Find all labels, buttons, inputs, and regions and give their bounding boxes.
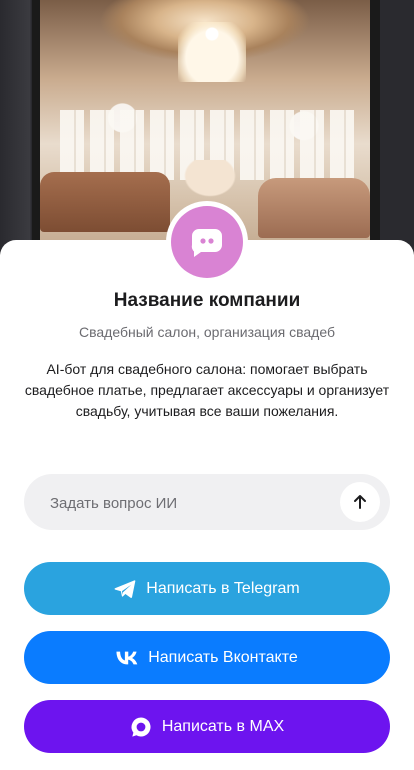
company-description: AI-бот для свадебного салона: помогает в… bbox=[24, 361, 390, 419]
sofa-left bbox=[40, 172, 170, 232]
chandelier bbox=[178, 22, 246, 82]
company-name: Название компании bbox=[113, 290, 301, 311]
send-button[interactable] bbox=[340, 482, 380, 522]
telegram-icon bbox=[114, 578, 136, 600]
max-icon bbox=[130, 716, 152, 738]
flower-table bbox=[180, 160, 240, 200]
vk-button[interactable]: Написать Вконтакте bbox=[24, 631, 390, 684]
telegram-button[interactable]: Написать в Telegram bbox=[24, 562, 390, 615]
vk-button-label: Написать Вконтакте bbox=[148, 648, 298, 666]
company-category: Свадебный салон, организация свадеб bbox=[78, 324, 335, 340]
avatar bbox=[171, 206, 243, 278]
ask-ai-input[interactable] bbox=[48, 474, 352, 532]
chat-bubble-icon bbox=[191, 229, 222, 257]
telegram-button-label: Написать в Telegram bbox=[146, 579, 300, 597]
max-button-label: Написать в MAX bbox=[161, 717, 285, 735]
vk-icon bbox=[116, 647, 138, 669]
max-button[interactable]: Написать в MAX bbox=[24, 700, 390, 753]
sofa-right bbox=[258, 178, 370, 238]
ask-ai-field bbox=[24, 474, 390, 532]
arrow-up-icon bbox=[354, 495, 366, 509]
